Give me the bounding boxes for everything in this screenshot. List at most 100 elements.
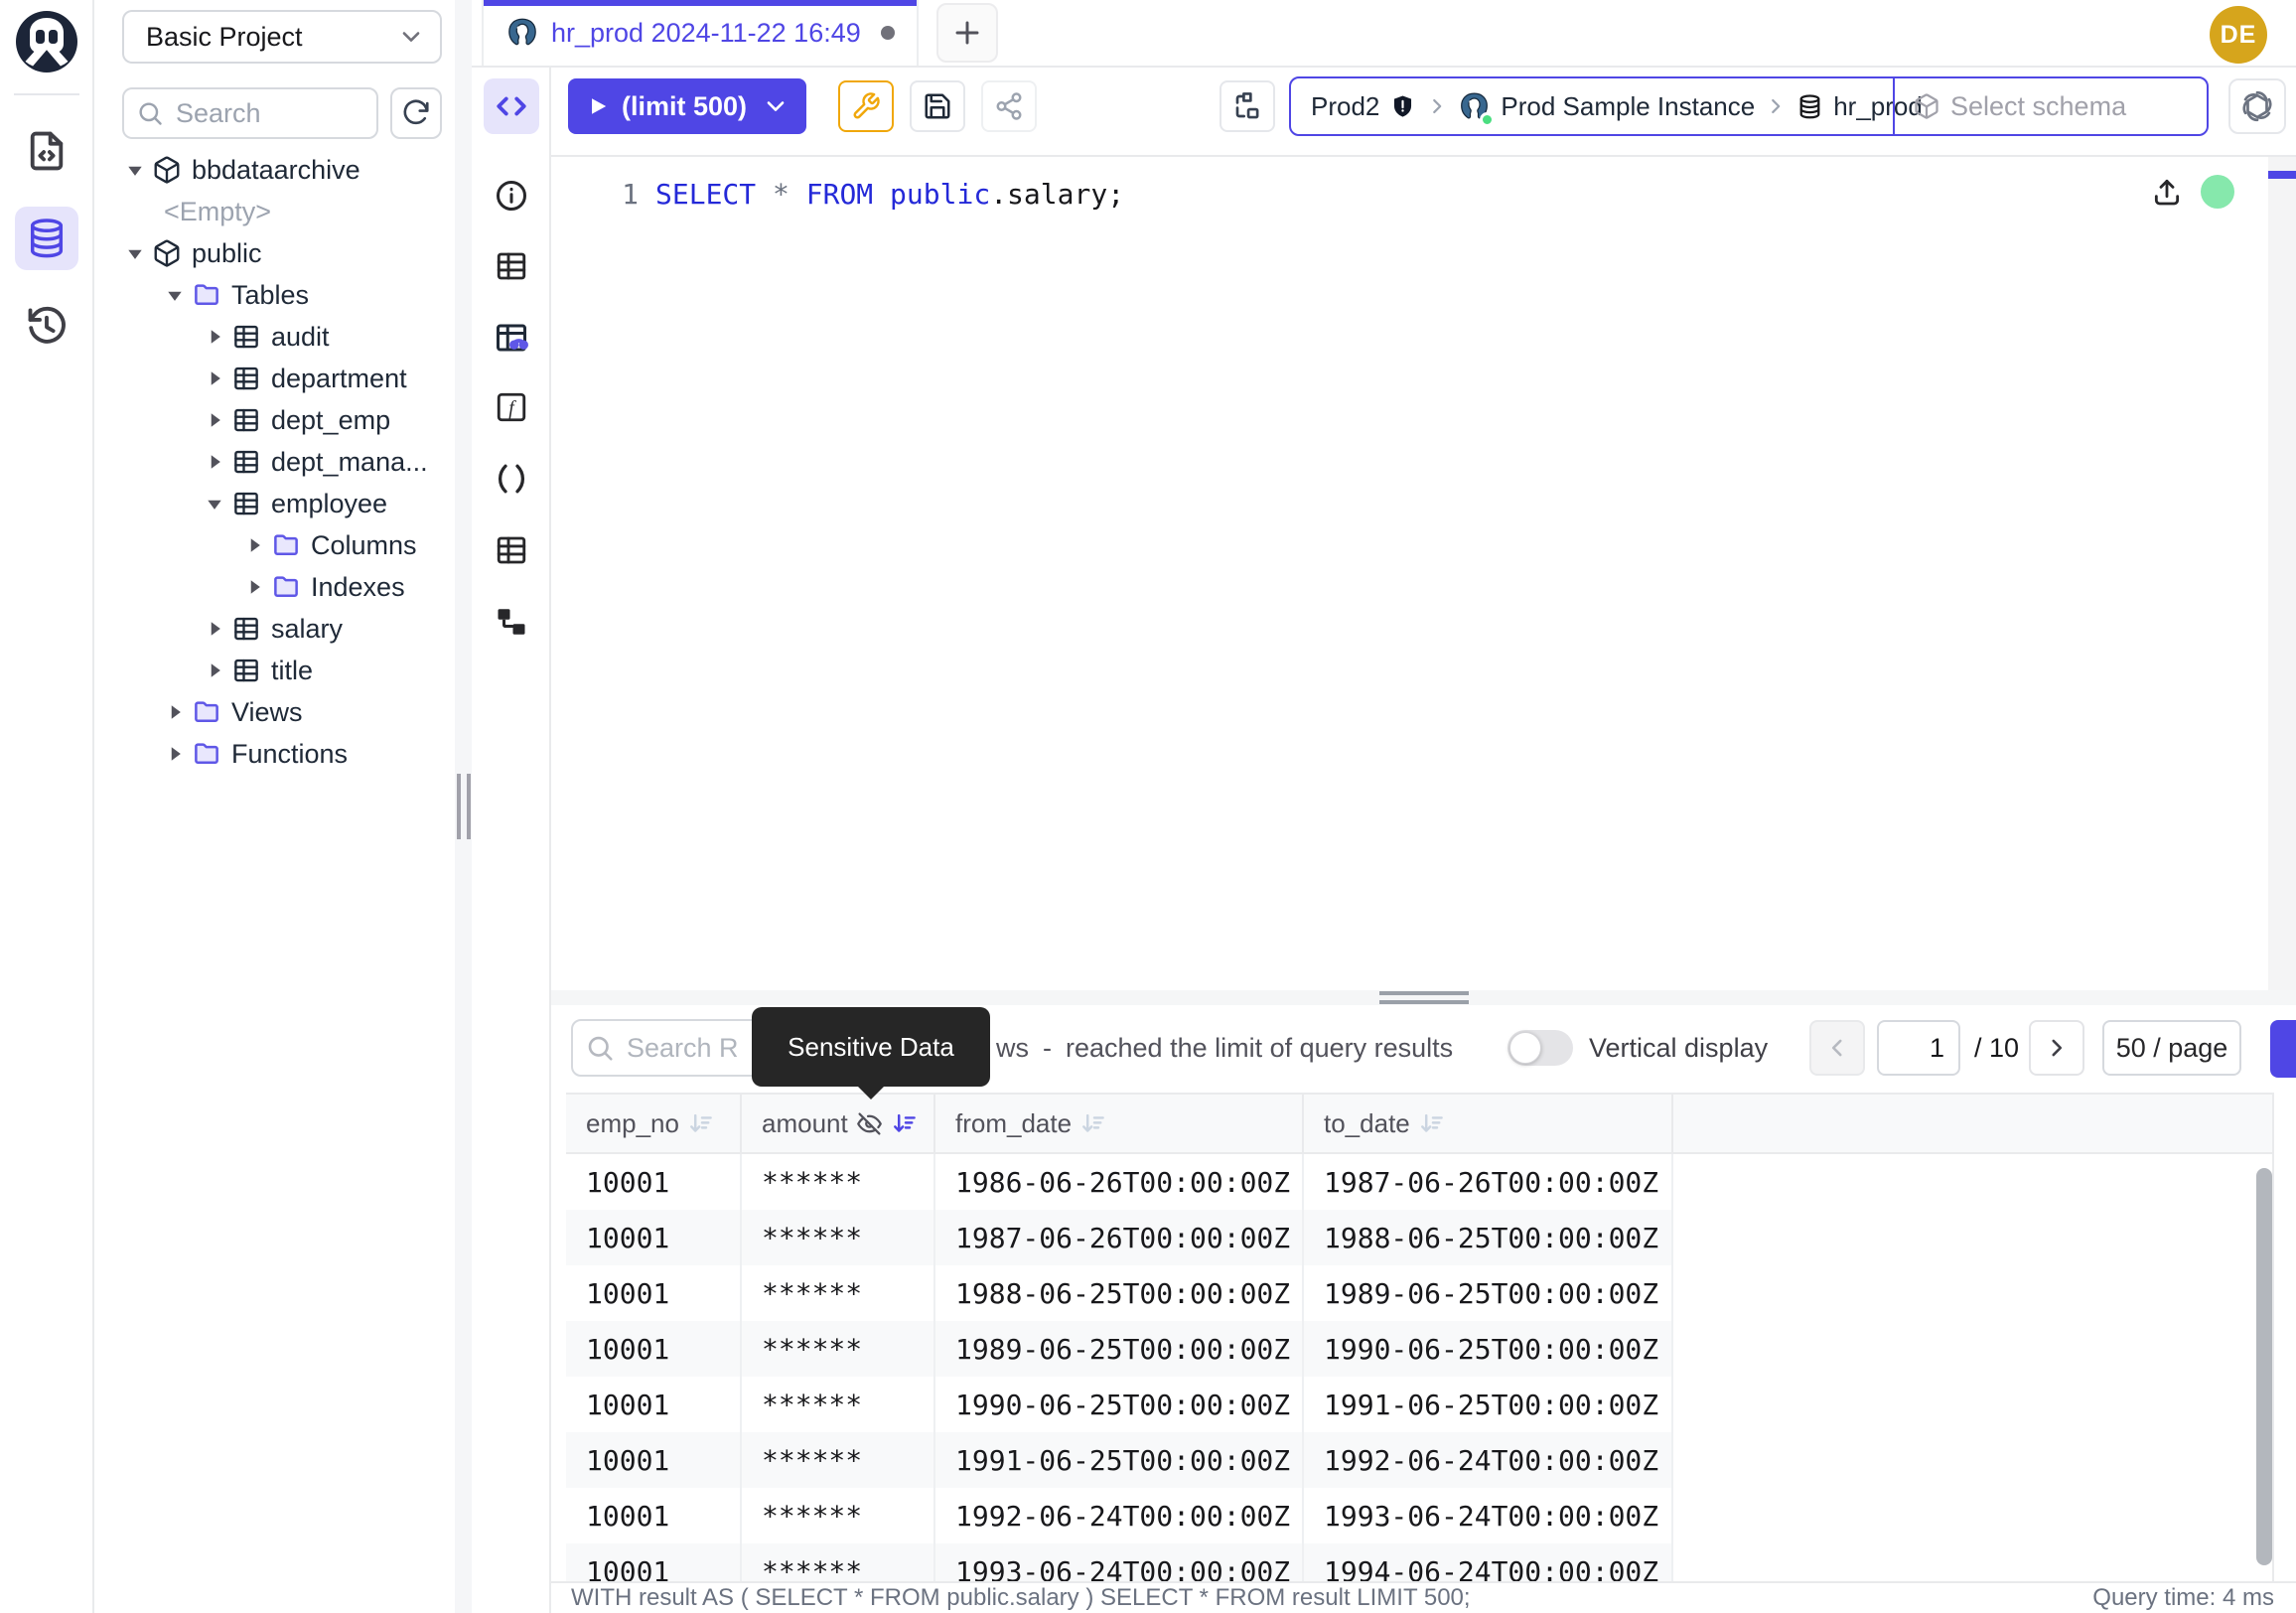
procedures-button[interactable]: [484, 451, 539, 507]
database-nav-button[interactable]: [15, 207, 78, 270]
connection-path[interactable]: Prod2 Prod Sample Instance hr_prod: [1291, 78, 1893, 134]
table-cell[interactable]: 1993-06-24T00:00:00Z: [935, 1543, 1304, 1581]
table-cell[interactable]: 1994-06-24T00:00:00Z: [1304, 1543, 1673, 1581]
upload-icon[interactable]: [2151, 176, 2183, 208]
table-cell[interactable]: 10001: [566, 1543, 742, 1581]
tree-item-employee[interactable]: employee: [94, 483, 455, 524]
ai-assistant-button[interactable]: [2228, 78, 2286, 134]
table-cell[interactable]: 1991-06-25T00:00:00Z: [935, 1432, 1304, 1488]
bytebase-logo[interactable]: [15, 10, 78, 73]
caret-right-icon[interactable]: [241, 532, 267, 558]
user-avatar[interactable]: DE: [2210, 6, 2267, 64]
run-query-button[interactable]: (limit 500): [568, 78, 806, 134]
functions-button[interactable]: f: [484, 379, 539, 435]
share-sheet-button[interactable]: [981, 80, 1037, 132]
results-scrollbar-thumb[interactable]: [2256, 1168, 2272, 1565]
table-cell[interactable]: 10001: [566, 1488, 742, 1543]
caret-right-icon[interactable]: [202, 658, 227, 683]
page-size-select[interactable]: 50 / page: [2102, 1020, 2241, 1076]
table-cell[interactable]: 1988-06-25T00:00:00Z: [935, 1265, 1304, 1321]
table-cell[interactable]: ******: [742, 1154, 935, 1210]
tree-item-dept-emp[interactable]: dept_emp: [94, 399, 455, 441]
caret-right-icon[interactable]: [241, 574, 267, 600]
external-tables-button[interactable]: [484, 522, 539, 578]
next-page-button[interactable]: [2029, 1020, 2084, 1076]
tree-item-title[interactable]: title: [94, 650, 455, 691]
sensitive-data-button[interactable]: [484, 310, 539, 366]
tree-item-salary[interactable]: salary: [94, 608, 455, 650]
tree-item-empty[interactable]: <Empty>: [94, 191, 455, 232]
table-cell[interactable]: 1987-06-26T00:00:00Z: [1304, 1154, 1673, 1210]
sidebar-search-input[interactable]: [174, 97, 364, 130]
table-cell[interactable]: 1990-06-25T00:00:00Z: [1304, 1321, 1673, 1377]
info-button[interactable]: [484, 168, 539, 223]
column-header-emp_no[interactable]: emp_no: [566, 1095, 742, 1152]
caret-right-icon[interactable]: [202, 407, 227, 433]
table-cell[interactable]: 1993-06-24T00:00:00Z: [1304, 1488, 1673, 1543]
table-cell[interactable]: 10001: [566, 1321, 742, 1377]
export-button-clipped[interactable]: [2270, 1020, 2296, 1078]
table-cell[interactable]: ******: [742, 1265, 935, 1321]
table-cell[interactable]: 10001: [566, 1265, 742, 1321]
sort-icon[interactable]: [1079, 1110, 1106, 1137]
sidebar-resize-handle[interactable]: [455, 0, 472, 1613]
table-cell[interactable]: 10001: [566, 1210, 742, 1265]
table-cell[interactable]: ******: [742, 1543, 935, 1581]
tables-button[interactable]: [484, 238, 539, 294]
table-cell[interactable]: 1992-06-24T00:00:00Z: [935, 1488, 1304, 1543]
schema-diagram-button[interactable]: [484, 594, 539, 650]
column-header-amount[interactable]: amount: [742, 1095, 935, 1152]
tree-item-views[interactable]: Views: [94, 691, 455, 733]
table-cell[interactable]: 10001: [566, 1377, 742, 1432]
sort-icon[interactable]: [891, 1110, 918, 1137]
table-cell[interactable]: 10001: [566, 1432, 742, 1488]
caret-down-icon[interactable]: [122, 240, 148, 266]
table-cell[interactable]: ******: [742, 1321, 935, 1377]
sort-icon[interactable]: [1418, 1110, 1445, 1137]
table-cell[interactable]: 1992-06-24T00:00:00Z: [1304, 1432, 1673, 1488]
worksheet-nav-button[interactable]: [15, 119, 78, 183]
tree-item-tables[interactable]: Tables: [94, 274, 455, 316]
column-header-to_date[interactable]: to_date: [1304, 1095, 1673, 1152]
tree-item-department[interactable]: department: [94, 358, 455, 399]
page-number-input[interactable]: [1877, 1020, 1960, 1076]
tree-item-public[interactable]: public: [94, 232, 455, 274]
table-cell[interactable]: 1989-06-25T00:00:00Z: [935, 1321, 1304, 1377]
caret-right-icon[interactable]: [202, 366, 227, 391]
save-sheet-button[interactable]: [910, 80, 965, 132]
tree-item-bbdataarchive[interactable]: bbdataarchive: [94, 149, 455, 191]
tab-hr-prod[interactable]: hr_prod 2024-11-22 16:49: [482, 0, 919, 66]
caret-down-icon[interactable]: [202, 491, 227, 516]
table-cell[interactable]: ******: [742, 1488, 935, 1543]
caret-right-icon[interactable]: [202, 449, 227, 475]
table-cell[interactable]: ******: [742, 1210, 935, 1265]
caret-right-icon[interactable]: [162, 699, 188, 725]
caret-down-icon[interactable]: [162, 282, 188, 308]
caret-right-icon[interactable]: [202, 324, 227, 350]
table-cell[interactable]: 1989-06-25T00:00:00Z: [1304, 1265, 1673, 1321]
code-view-button[interactable]: [484, 78, 539, 134]
caret-down-icon[interactable]: [122, 157, 148, 183]
tree-item-dept-mana[interactable]: dept_mana...: [94, 441, 455, 483]
table-cell[interactable]: ******: [742, 1432, 935, 1488]
sort-icon[interactable]: [687, 1110, 714, 1137]
vertical-display-toggle[interactable]: [1507, 1030, 1573, 1066]
prev-page-button[interactable]: [1809, 1020, 1865, 1076]
schema-select[interactable]: Select schema: [1893, 78, 2207, 134]
project-selector[interactable]: Basic Project: [122, 10, 442, 64]
tree-item-functions[interactable]: Functions: [94, 733, 455, 775]
format-sql-button[interactable]: [838, 80, 894, 132]
caret-right-icon[interactable]: [202, 616, 227, 642]
tree-item-columns[interactable]: Columns: [94, 524, 455, 566]
panel-resize-handle[interactable]: [551, 990, 2296, 1005]
table-cell[interactable]: 10001: [566, 1154, 742, 1210]
refresh-button[interactable]: [390, 87, 442, 139]
editor-scrollbar[interactable]: [2268, 157, 2296, 990]
sql-editor[interactable]: 1 SELECT * FROM public.salary;: [551, 157, 2296, 990]
tree-item-indexes[interactable]: Indexes: [94, 566, 455, 608]
table-cell[interactable]: 1988-06-25T00:00:00Z: [1304, 1210, 1673, 1265]
caret-right-icon[interactable]: [162, 741, 188, 767]
table-cell[interactable]: 1987-06-26T00:00:00Z: [935, 1210, 1304, 1265]
column-header-from_date[interactable]: from_date: [935, 1095, 1304, 1152]
table-cell[interactable]: 1990-06-25T00:00:00Z: [935, 1377, 1304, 1432]
